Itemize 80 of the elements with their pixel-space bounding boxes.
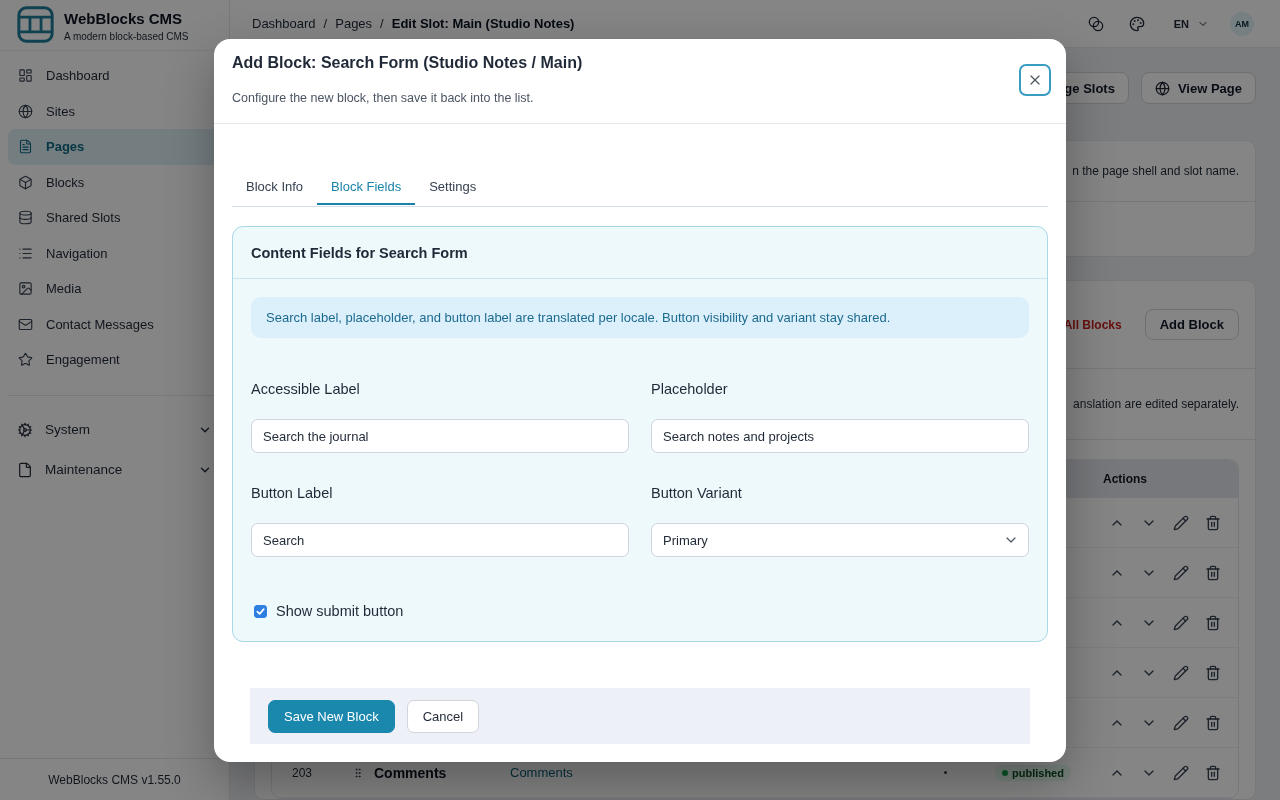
breadcrumb-separator: /: [380, 16, 384, 31]
gear-icon: [17, 421, 33, 438]
file-icon: [17, 461, 33, 478]
nav-group-label: Maintenance: [45, 462, 123, 477]
breadcrumb-link[interactable]: Dashboard: [252, 16, 316, 31]
modal-subtitle: Configure the new block, then save it back into the list.: [232, 90, 535, 107]
overlapping-circles-icon[interactable]: [1087, 15, 1104, 32]
modal-title: Add Block: Search Form (Studio Notes / Main): [232, 53, 583, 73]
info-notice: Search label, placeholder, and button label are translated per locale. Button visibility and variant stay shared.: [251, 297, 1029, 338]
nav-item[interactable]: Engagement: [8, 342, 221, 378]
table-cell-text: 203: [291, 765, 313, 780]
field-label: Placeholder: [651, 380, 729, 399]
grip-icon[interactable]: [352, 766, 364, 779]
type-link[interactable]: Comments: [510, 765, 573, 780]
nav-item[interactable]: Shared Slots: [8, 200, 221, 236]
globe-icon: [18, 103, 33, 119]
trash-icon[interactable]: [1205, 564, 1221, 581]
brand-name: WebBlocks CMS: [64, 10, 184, 28]
panel-title: Content Fields for Search Form: [251, 244, 468, 261]
nav-item[interactable]: Media: [8, 271, 221, 307]
pencil-icon[interactable]: [1173, 714, 1189, 731]
trash-icon[interactable]: [1205, 764, 1221, 781]
nav-item[interactable]: Sites: [8, 93, 221, 129]
nav-group[interactable]: System: [8, 409, 221, 450]
nav-item[interactable]: Contact Messages: [8, 306, 221, 342]
image-icon: [18, 281, 33, 297]
field-label: Button Label: [251, 484, 334, 503]
card-note: anslation are edited separately.: [1073, 397, 1239, 411]
save-button[interactable]: Save New Block: [268, 700, 395, 733]
trash-icon[interactable]: [1205, 514, 1221, 531]
breadcrumb-current: Edit Slot: Main (Studio Notes): [391, 16, 575, 31]
brand-tagline: A modern block-based CMS: [64, 31, 189, 43]
pencil-icon[interactable]: [1173, 614, 1189, 631]
language-selector[interactable]: EN: [1173, 17, 1209, 30]
checkbox-label: Show submit button: [276, 602, 404, 621]
status-dot-icon: [1002, 769, 1008, 776]
cube-icon: [18, 174, 33, 190]
field-label: Button Variant: [651, 484, 743, 503]
pencil-icon[interactable]: [1173, 664, 1189, 681]
column-header: Actions: [1102, 472, 1148, 486]
nav-group-label: System: [45, 422, 90, 437]
select-field[interactable]: Primary: [651, 523, 1029, 557]
text-field[interactable]: Search notes and projects: [651, 419, 1029, 453]
text-field[interactable]: Search: [251, 523, 629, 557]
dot-icon: [944, 771, 947, 774]
mail-icon: [18, 316, 33, 332]
nav-item[interactable]: Navigation: [8, 235, 221, 271]
logo-icon: [17, 6, 54, 43]
nav-group[interactable]: Maintenance: [8, 449, 221, 490]
trash-icon[interactable]: [1205, 714, 1221, 731]
table-cell-text: Comments: [373, 764, 447, 781]
breadcrumb-separator: /: [323, 16, 328, 31]
pencil-icon[interactable]: [1173, 564, 1189, 581]
tab[interactable]: Block Info: [232, 163, 318, 205]
card-description: n the page shell and slot name.: [1072, 164, 1239, 178]
file-icon: [18, 139, 33, 155]
tab[interactable]: Block Fields: [317, 163, 416, 205]
version-text: WebBlocks CMS v1.55.0: [48, 772, 181, 787]
status-text: published: [1012, 766, 1064, 779]
database-icon: [18, 210, 33, 226]
text-field[interactable]: Search the journal: [251, 419, 629, 453]
checkbox[interactable]: [254, 604, 267, 618]
nav-item[interactable]: Dashboard: [8, 58, 221, 94]
close-button[interactable]: [1019, 64, 1051, 96]
tab[interactable]: Settings: [415, 163, 491, 205]
header-button[interactable]: View Page: [1140, 72, 1256, 104]
pencil-icon[interactable]: [1173, 764, 1189, 781]
cancel-button[interactable]: Cancel: [406, 700, 480, 733]
trash-icon[interactable]: [1205, 664, 1221, 681]
palette-icon[interactable]: [1128, 15, 1145, 32]
globe-icon: [1154, 80, 1170, 96]
breadcrumb-link[interactable]: Pages: [335, 16, 373, 31]
user-avatar[interactable]: AM: [1230, 11, 1254, 36]
field-label: Accessible Label: [251, 380, 361, 399]
list-icon: [18, 245, 33, 261]
pencil-icon[interactable]: [1173, 514, 1189, 531]
trash-icon[interactable]: [1205, 614, 1221, 631]
dashboard-icon: [18, 68, 33, 84]
add-block-button[interactable]: Add Block: [1144, 309, 1239, 340]
star-icon: [18, 352, 33, 368]
